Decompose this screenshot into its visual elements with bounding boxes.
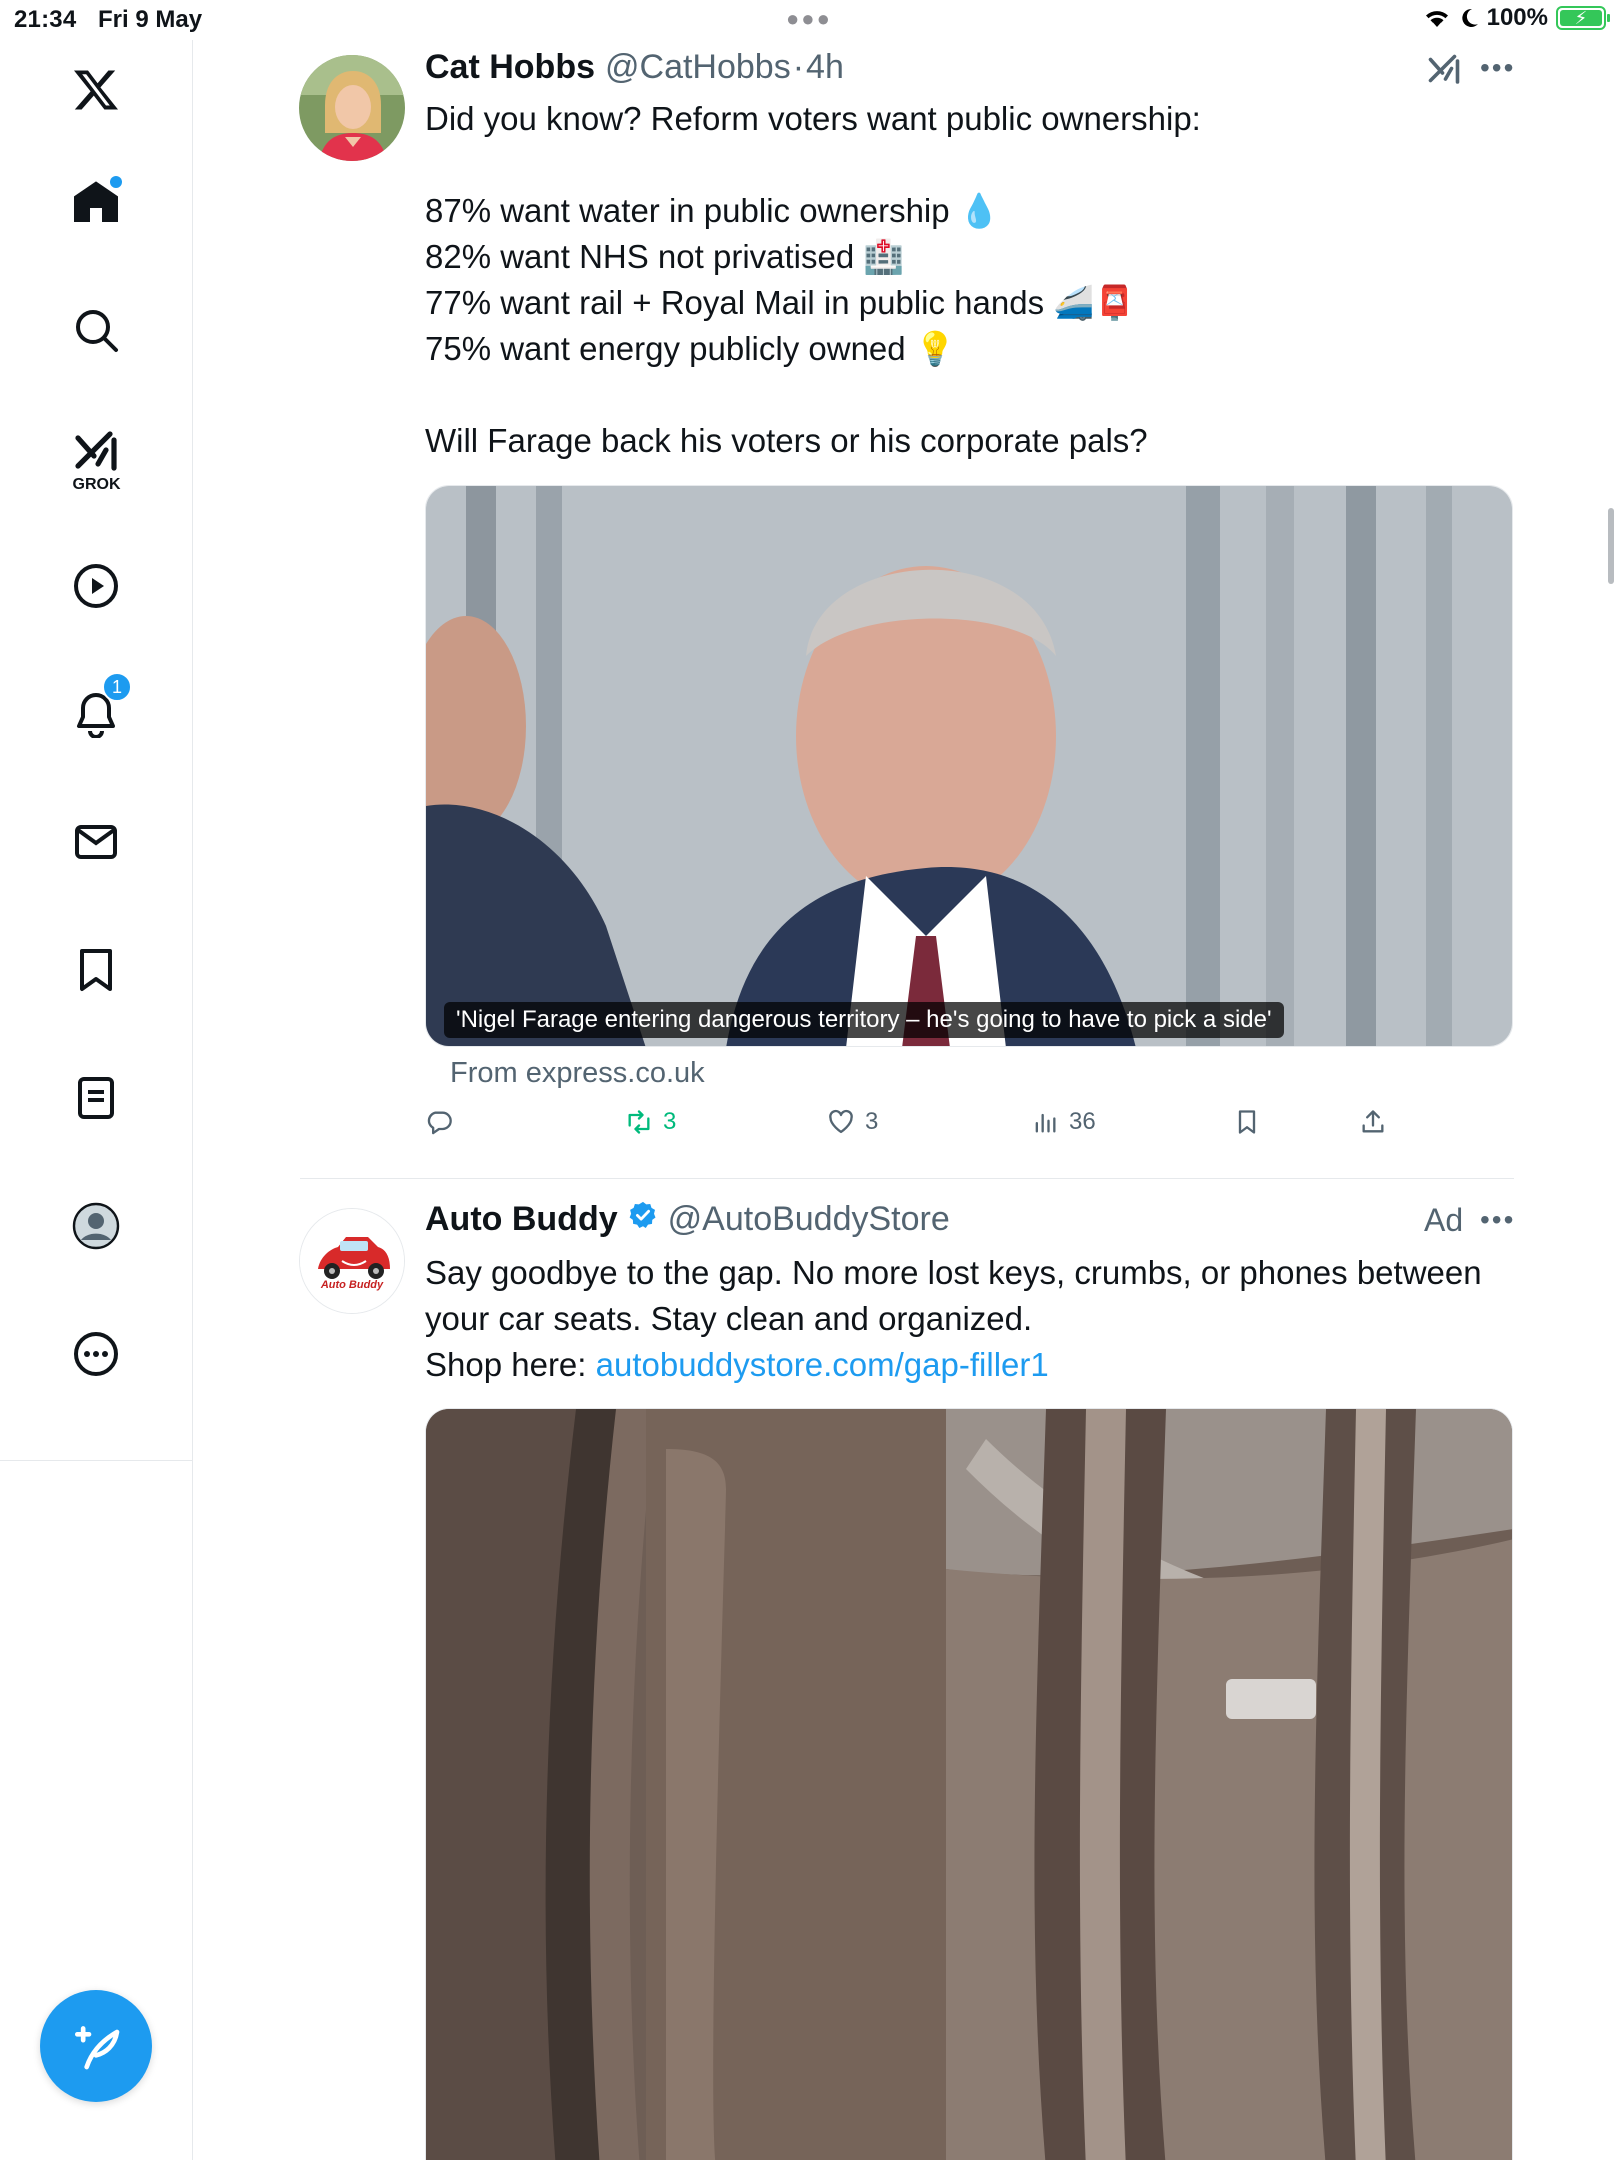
moon-icon: [1461, 8, 1478, 27]
tweet-text: Say goodbye to the gap. No more lost key…: [425, 1250, 1515, 1388]
tweet-line: Will Farage back his voters or his corpo…: [425, 422, 1148, 459]
link-card-image[interactable]: 'Nigel Farage entering dangerous territo…: [425, 485, 1513, 1047]
news-photo: [426, 486, 1512, 1046]
heart-icon: [829, 1109, 853, 1134]
messages-icon[interactable]: [56, 802, 136, 882]
sidebar: GROK 1: [0, 40, 193, 2160]
tweet-line: your car seats. Stay clean and organized…: [425, 1300, 1033, 1337]
reply-icon: [427, 1111, 452, 1135]
like-button[interactable]: 3: [827, 1108, 878, 1136]
x-logo-icon[interactable]: [56, 50, 136, 130]
profile-icon[interactable]: [56, 1186, 136, 1266]
avatar-cat-hobbs[interactable]: [299, 55, 405, 161]
tweet-line: Say goodbye to the gap. No more lost key…: [425, 1254, 1482, 1291]
home-unread-dot: [110, 176, 122, 188]
avatar-auto-buddy[interactable]: Auto Buddy: [299, 1208, 405, 1314]
tweet-header: Cat Hobbs @CatHobbs · 4h: [425, 48, 844, 87]
compose-post-icon: [75, 2026, 120, 2070]
tweet-divider: [300, 1178, 1514, 1179]
compose-post-button[interactable]: [40, 1990, 152, 2102]
grok-label: GROK: [72, 476, 121, 493]
like-count: 3: [865, 1108, 879, 1135]
shop-link[interactable]: autobuddystore.com/gap-filler1: [596, 1346, 1049, 1383]
scrollbar[interactable]: [1608, 508, 1614, 584]
tweet-line: 77% want rail + Royal Mail in public han…: [425, 284, 1136, 321]
lists-icon[interactable]: [56, 1058, 136, 1138]
views-button[interactable]: 36: [1031, 1108, 1096, 1136]
multitasking-dots-icon[interactable]: ●●●: [786, 6, 832, 32]
tweet-line: 82% want NHS not privatised 🏥: [425, 238, 905, 275]
battery-percent: 100%: [1486, 4, 1548, 31]
reply-button[interactable]: [425, 1108, 463, 1136]
card-source[interactable]: From express.co.uk: [450, 1057, 705, 1090]
share-button[interactable]: [1359, 1108, 1387, 1136]
author-name[interactable]: Auto Buddy: [425, 1200, 618, 1239]
shop-label: Shop here:: [425, 1346, 596, 1383]
battery-icon: ⚡: [1556, 6, 1610, 30]
tweet-text: Did you know? Reform voters want public …: [425, 96, 1515, 464]
notifications-badge: 1: [102, 672, 132, 702]
status-bar: 21:34 Fri 9 May ●●● 100% ⚡: [0, 0, 1620, 40]
status-time: 21:34: [14, 6, 77, 33]
search-icon[interactable]: [56, 290, 136, 370]
views-chart-icon: [1035, 1113, 1056, 1133]
bookmarks-icon[interactable]: [56, 930, 136, 1010]
more-options-icon[interactable]: •••: [1480, 1204, 1515, 1236]
post-time[interactable]: 4h: [806, 48, 844, 87]
wifi-icon: [1425, 11, 1448, 27]
tweet-actions: 3 3 36: [425, 1108, 1515, 1148]
share-icon: [1362, 1110, 1384, 1133]
more-options-icon[interactable]: •••: [1480, 52, 1515, 84]
notifications-icon[interactable]: 1: [56, 672, 136, 754]
tweet-line: Shop here: autobuddystore.com/gap-filler…: [425, 1342, 1515, 1388]
repost-button[interactable]: 3: [625, 1108, 676, 1136]
status-date: Fri 9 May: [98, 6, 203, 33]
ad-video[interactable]: [425, 1408, 1513, 2160]
tweet-line: 75% want energy publicly owned 💡: [425, 330, 956, 367]
verified-badge-icon: [629, 1201, 656, 1228]
tweet-line: 87% want water in public ownership 💧: [425, 192, 1000, 229]
more-icon[interactable]: [56, 1314, 136, 1394]
views-count: 36: [1069, 1108, 1096, 1135]
bookmark-icon: [1238, 1110, 1256, 1134]
avatar-brand-text: Auto Buddy: [320, 1279, 384, 1291]
repost-count: 3: [663, 1108, 677, 1135]
sidebar-divider: [0, 1460, 193, 1461]
tweet-line: Did you know? Reform voters want public …: [425, 100, 1201, 137]
author-handle[interactable]: @AutoBuddyStore: [668, 1200, 950, 1239]
ad-label: Ad: [1424, 1202, 1464, 1238]
home-icon[interactable]: [56, 162, 136, 242]
tweet-header: Auto Buddy @AutoBuddyStore: [425, 1200, 950, 1239]
card-caption: 'Nigel Farage entering dangerous territo…: [444, 1002, 1284, 1038]
grok-post-icon[interactable]: [1426, 52, 1462, 88]
repost-icon: [628, 1110, 650, 1134]
author-handle[interactable]: @CatHobbs: [605, 48, 791, 87]
bookmark-button[interactable]: [1233, 1108, 1261, 1136]
status-right: 100% ⚡: [1423, 4, 1610, 32]
video-icon[interactable]: [56, 546, 136, 626]
author-name[interactable]: Cat Hobbs: [425, 48, 595, 87]
header-separator: ·: [792, 48, 805, 86]
car-seat-photo: [426, 1409, 1512, 2160]
